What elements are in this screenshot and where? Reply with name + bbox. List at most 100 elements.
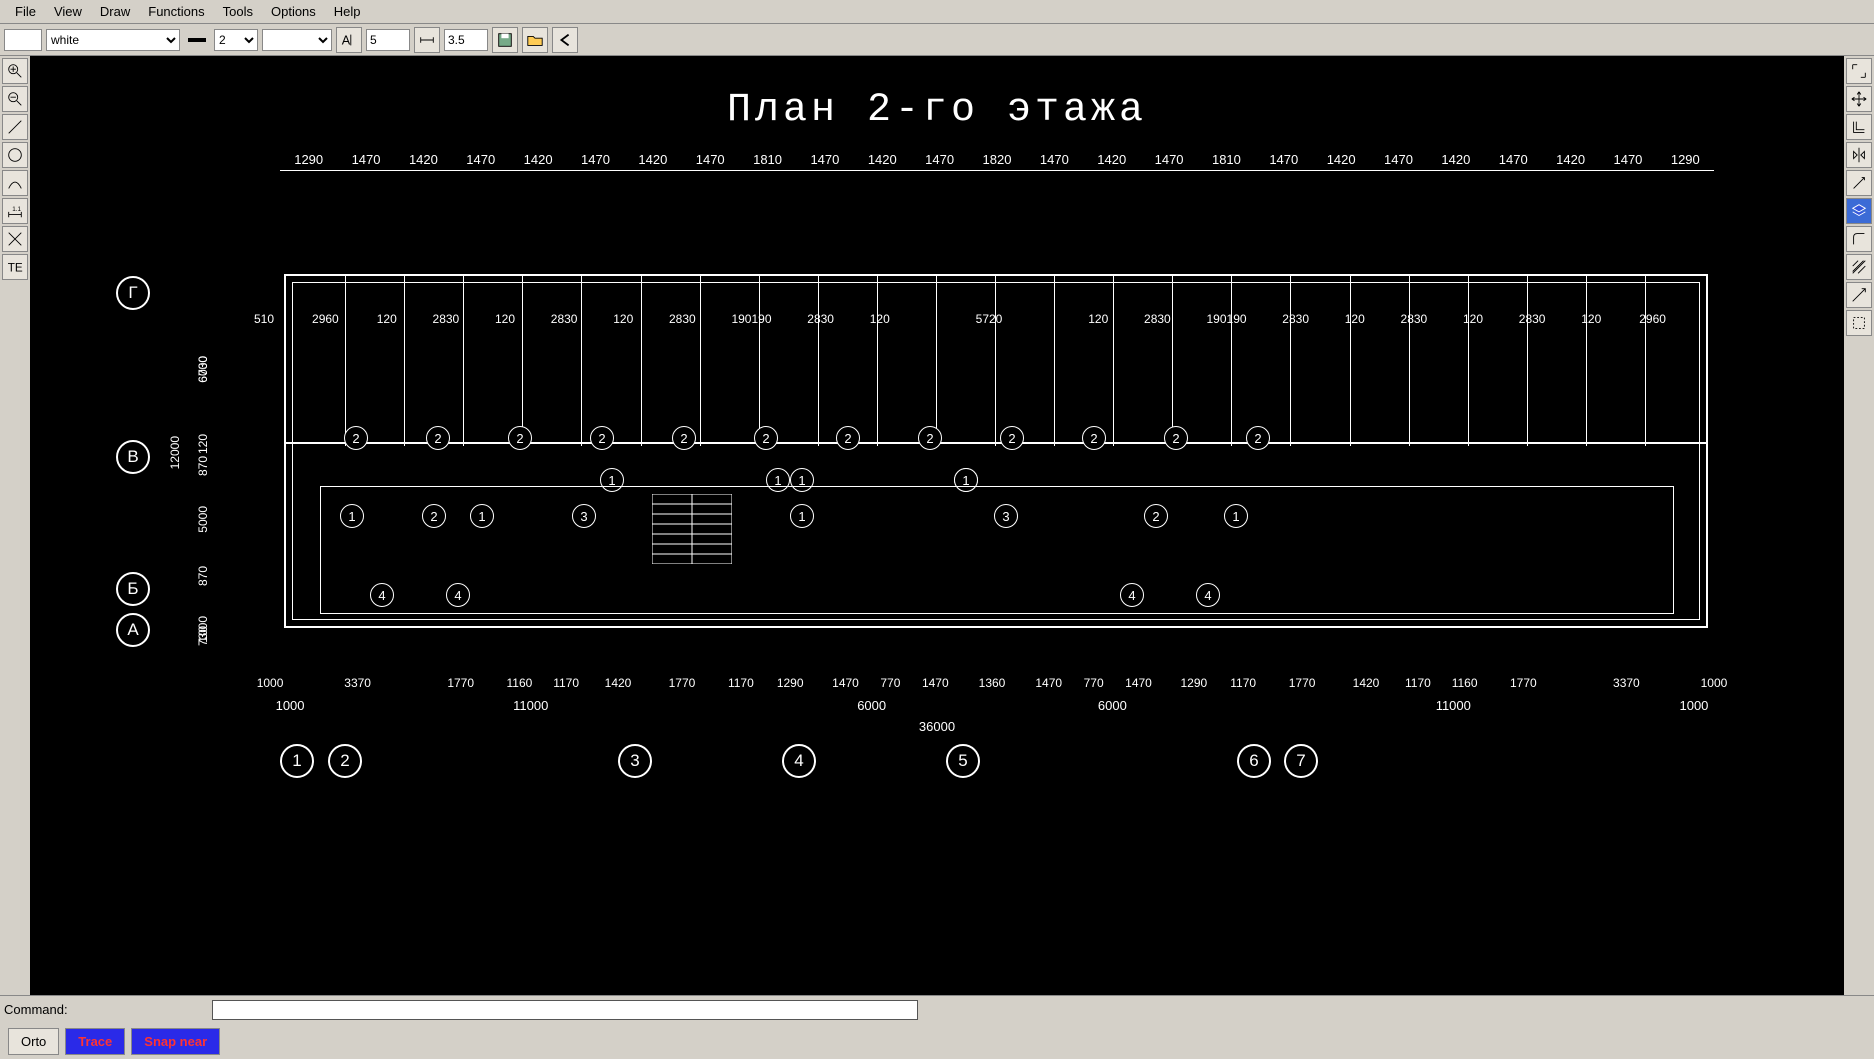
menu-help[interactable]: Help [325, 1, 370, 22]
dimension-value: 1470 [1026, 152, 1083, 167]
dimension-value: 1470 [682, 152, 739, 167]
dimension-value: 1470 [452, 152, 509, 167]
menu-view[interactable]: View [45, 1, 91, 22]
room-label-marker: 2 [754, 426, 778, 450]
dimension-value: 870 [196, 566, 210, 586]
zoom-in-icon[interactable] [2, 58, 28, 84]
menu-file[interactable]: File [6, 1, 45, 22]
dimension-value: 1810 [739, 152, 796, 167]
mirror-icon[interactable] [1846, 142, 1872, 168]
dimension-value: 1290 [280, 152, 337, 167]
room-label-marker: 2 [508, 426, 532, 450]
bottom-dimension-row-1: 1000337017701160117014201770117012901470… [250, 676, 1734, 690]
fillet-icon[interactable] [1846, 226, 1872, 252]
dimension-value: 120 [377, 312, 397, 326]
orto-toggle[interactable]: Orto [8, 1028, 59, 1055]
dimension-value: 2830 [633, 312, 731, 326]
dimension-value: 6730 [196, 356, 210, 383]
menu-tools[interactable]: Tools [214, 1, 262, 22]
fit-icon[interactable] [1846, 58, 1872, 84]
partition-wall [1290, 276, 1291, 446]
dimension-value: 870 [196, 456, 210, 476]
dimension-value: 510 [254, 312, 274, 326]
layer-icon[interactable] [1846, 198, 1872, 224]
menu-draw[interactable]: Draw [91, 1, 139, 22]
dimension-value: 1470 [1140, 152, 1197, 167]
dimension-value: 1470 [796, 152, 853, 167]
svg-text:1.1: 1.1 [12, 206, 21, 213]
dimension-value: 1770 [646, 676, 717, 690]
menu-options[interactable]: Options [262, 1, 325, 22]
corridor-wall [286, 442, 1706, 444]
line-icon[interactable] [2, 114, 28, 140]
dimension-value: 1290 [1657, 152, 1714, 167]
trim-icon[interactable] [2, 226, 28, 252]
color-select[interactable]: white [46, 29, 180, 51]
dimension-value: 1290 [764, 676, 816, 690]
dimension-value: 1420 [509, 152, 566, 167]
open-button[interactable] [522, 27, 548, 53]
grid-axis-marker: 1 [280, 744, 314, 778]
dimension-value: 2830 [772, 312, 870, 326]
partition-wall [700, 276, 701, 446]
dimension-value: 120 [1581, 312, 1601, 326]
linetype-select[interactable] [262, 29, 332, 51]
offset-icon[interactable] [1846, 114, 1872, 140]
grid-axis-marker: 4 [782, 744, 816, 778]
properties-toolbar: white 2 A [0, 24, 1874, 56]
drawing-title: План 2-го этажа [727, 88, 1147, 133]
dimension-value: 1470 [1599, 152, 1656, 167]
dimension-value: 1170 [543, 676, 590, 690]
menu-bar: File View Draw Functions Tools Options H… [0, 0, 1874, 24]
dimension-value: 1360 [965, 676, 1020, 690]
rotate-icon[interactable] [1846, 170, 1872, 196]
hatch-icon[interactable] [1846, 254, 1872, 280]
zoom-out-icon[interactable] [2, 86, 28, 112]
dimension-icon[interactable]: 1.1 [2, 198, 28, 224]
room-label-marker: 2 [590, 426, 614, 450]
dimension-value: 190 [751, 312, 771, 326]
select-icon[interactable] [1846, 310, 1872, 336]
save-button[interactable] [492, 27, 518, 53]
text-height-icon: A [336, 27, 362, 53]
trace-toggle[interactable]: Trace [65, 1028, 125, 1055]
menu-functions[interactable]: Functions [139, 1, 213, 22]
dimension-value: 1820 [968, 152, 1025, 167]
dimension-value: 3370 [290, 676, 425, 690]
partition-wall [404, 276, 405, 446]
extend-icon[interactable] [1846, 282, 1872, 308]
room-label-marker: 2 [1082, 426, 1106, 450]
snap-near-toggle[interactable]: Snap near [131, 1028, 220, 1055]
dimension-value: 1770 [1267, 676, 1338, 690]
text-size-input[interactable] [366, 29, 410, 51]
dimension-value: 2960 [1601, 312, 1704, 326]
dimension-value: 1000 [1694, 676, 1734, 690]
dimension-value: 2830 [1365, 312, 1463, 326]
dimension-value: 1160 [1441, 676, 1488, 690]
lower-rooms-block [320, 486, 1674, 614]
dim-size-input[interactable] [444, 29, 488, 51]
color-swatch[interactable] [4, 29, 42, 51]
lineweight-select[interactable]: 2 [214, 29, 258, 51]
command-input[interactable] [212, 1000, 918, 1020]
grid-axis-marker: А [116, 613, 150, 647]
room-label-marker: 2 [1164, 426, 1188, 450]
inner-dimension-row: 5102960120283012028301202830190190283012… [254, 312, 1704, 326]
dimension-value: 2830 [397, 312, 495, 326]
drawing-canvas[interactable]: План 2-го этажа 129014701420147014201470… [30, 56, 1844, 995]
dimension-value: 190 [1227, 312, 1247, 326]
command-bar: Command: [0, 995, 1874, 1023]
arc-icon[interactable] [2, 170, 28, 196]
dimension-value: 1470 [1109, 676, 1168, 690]
room-label-marker: 2 [672, 426, 696, 450]
room-label-marker: 2 [918, 426, 942, 450]
room-label-marker: 2 [836, 426, 860, 450]
circle-icon[interactable] [2, 142, 28, 168]
dimension-value: 120 [1088, 312, 1108, 326]
text-icon[interactable]: TE [2, 254, 28, 280]
right-toolbar [1844, 56, 1874, 995]
dimension-value: 120 [495, 312, 515, 326]
partition-wall [1350, 276, 1351, 446]
move-icon[interactable] [1846, 86, 1872, 112]
undo-button[interactable] [552, 27, 578, 53]
